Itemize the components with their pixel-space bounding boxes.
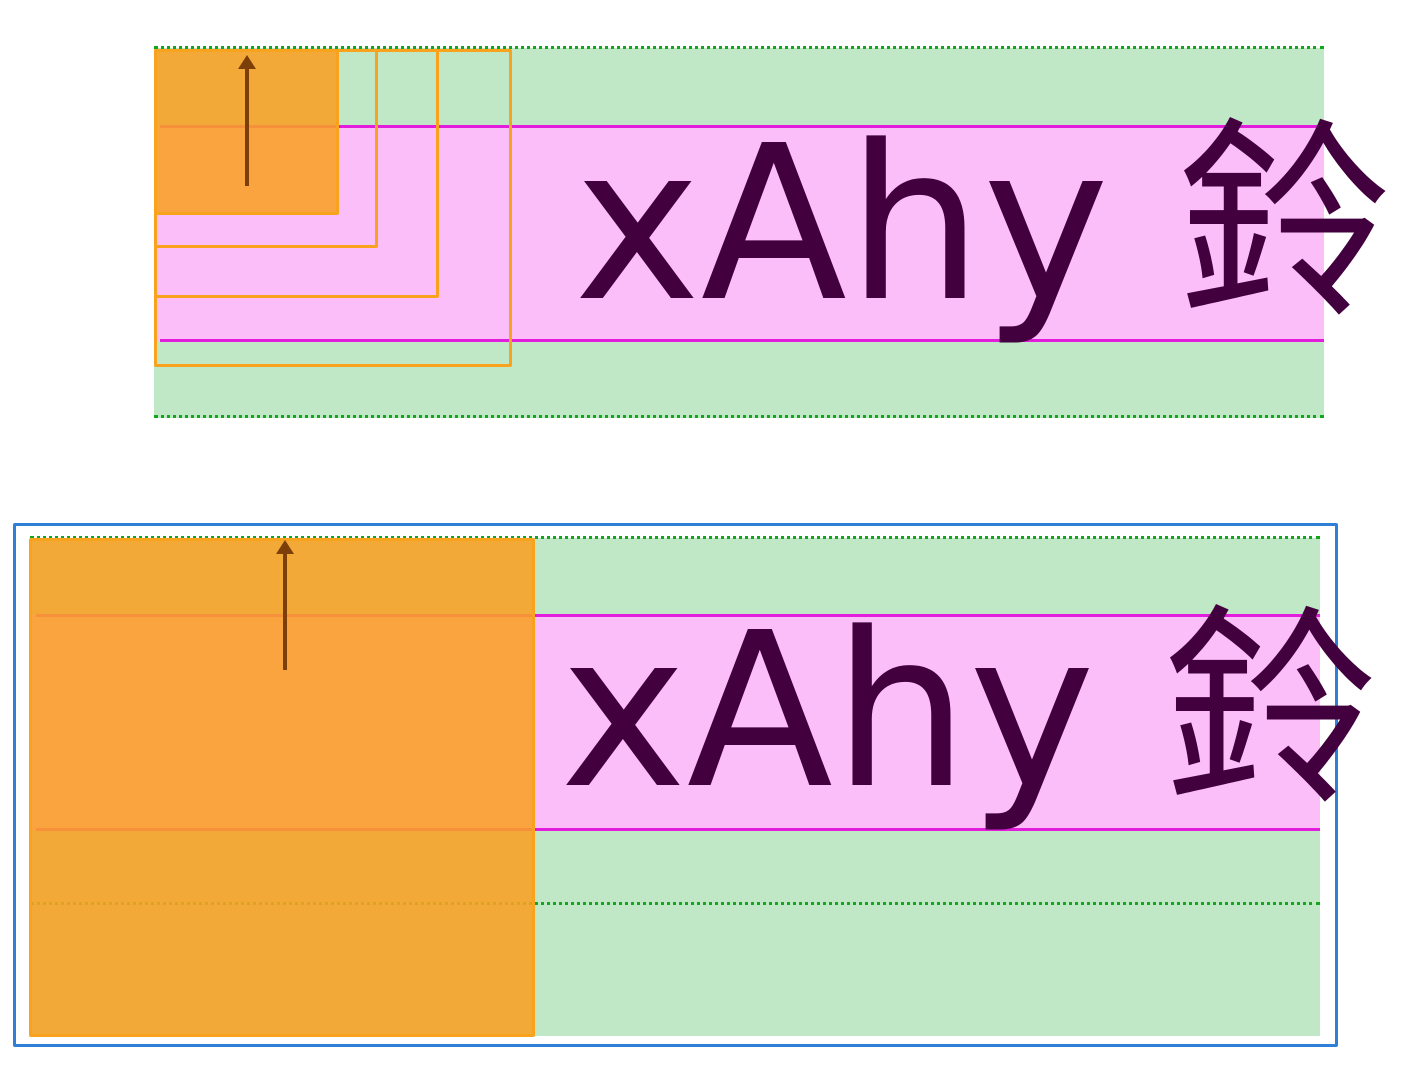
bottom-sample-text: xAhy 鈴 (560, 587, 1378, 836)
up-arrow-shaft (283, 552, 287, 670)
inline-box-filled-large (29, 538, 535, 1037)
top-line-box-bottom-edge (154, 415, 1324, 418)
top-sample-text: xAhy 鈴 (574, 100, 1392, 349)
up-arrow-shaft (245, 67, 249, 186)
